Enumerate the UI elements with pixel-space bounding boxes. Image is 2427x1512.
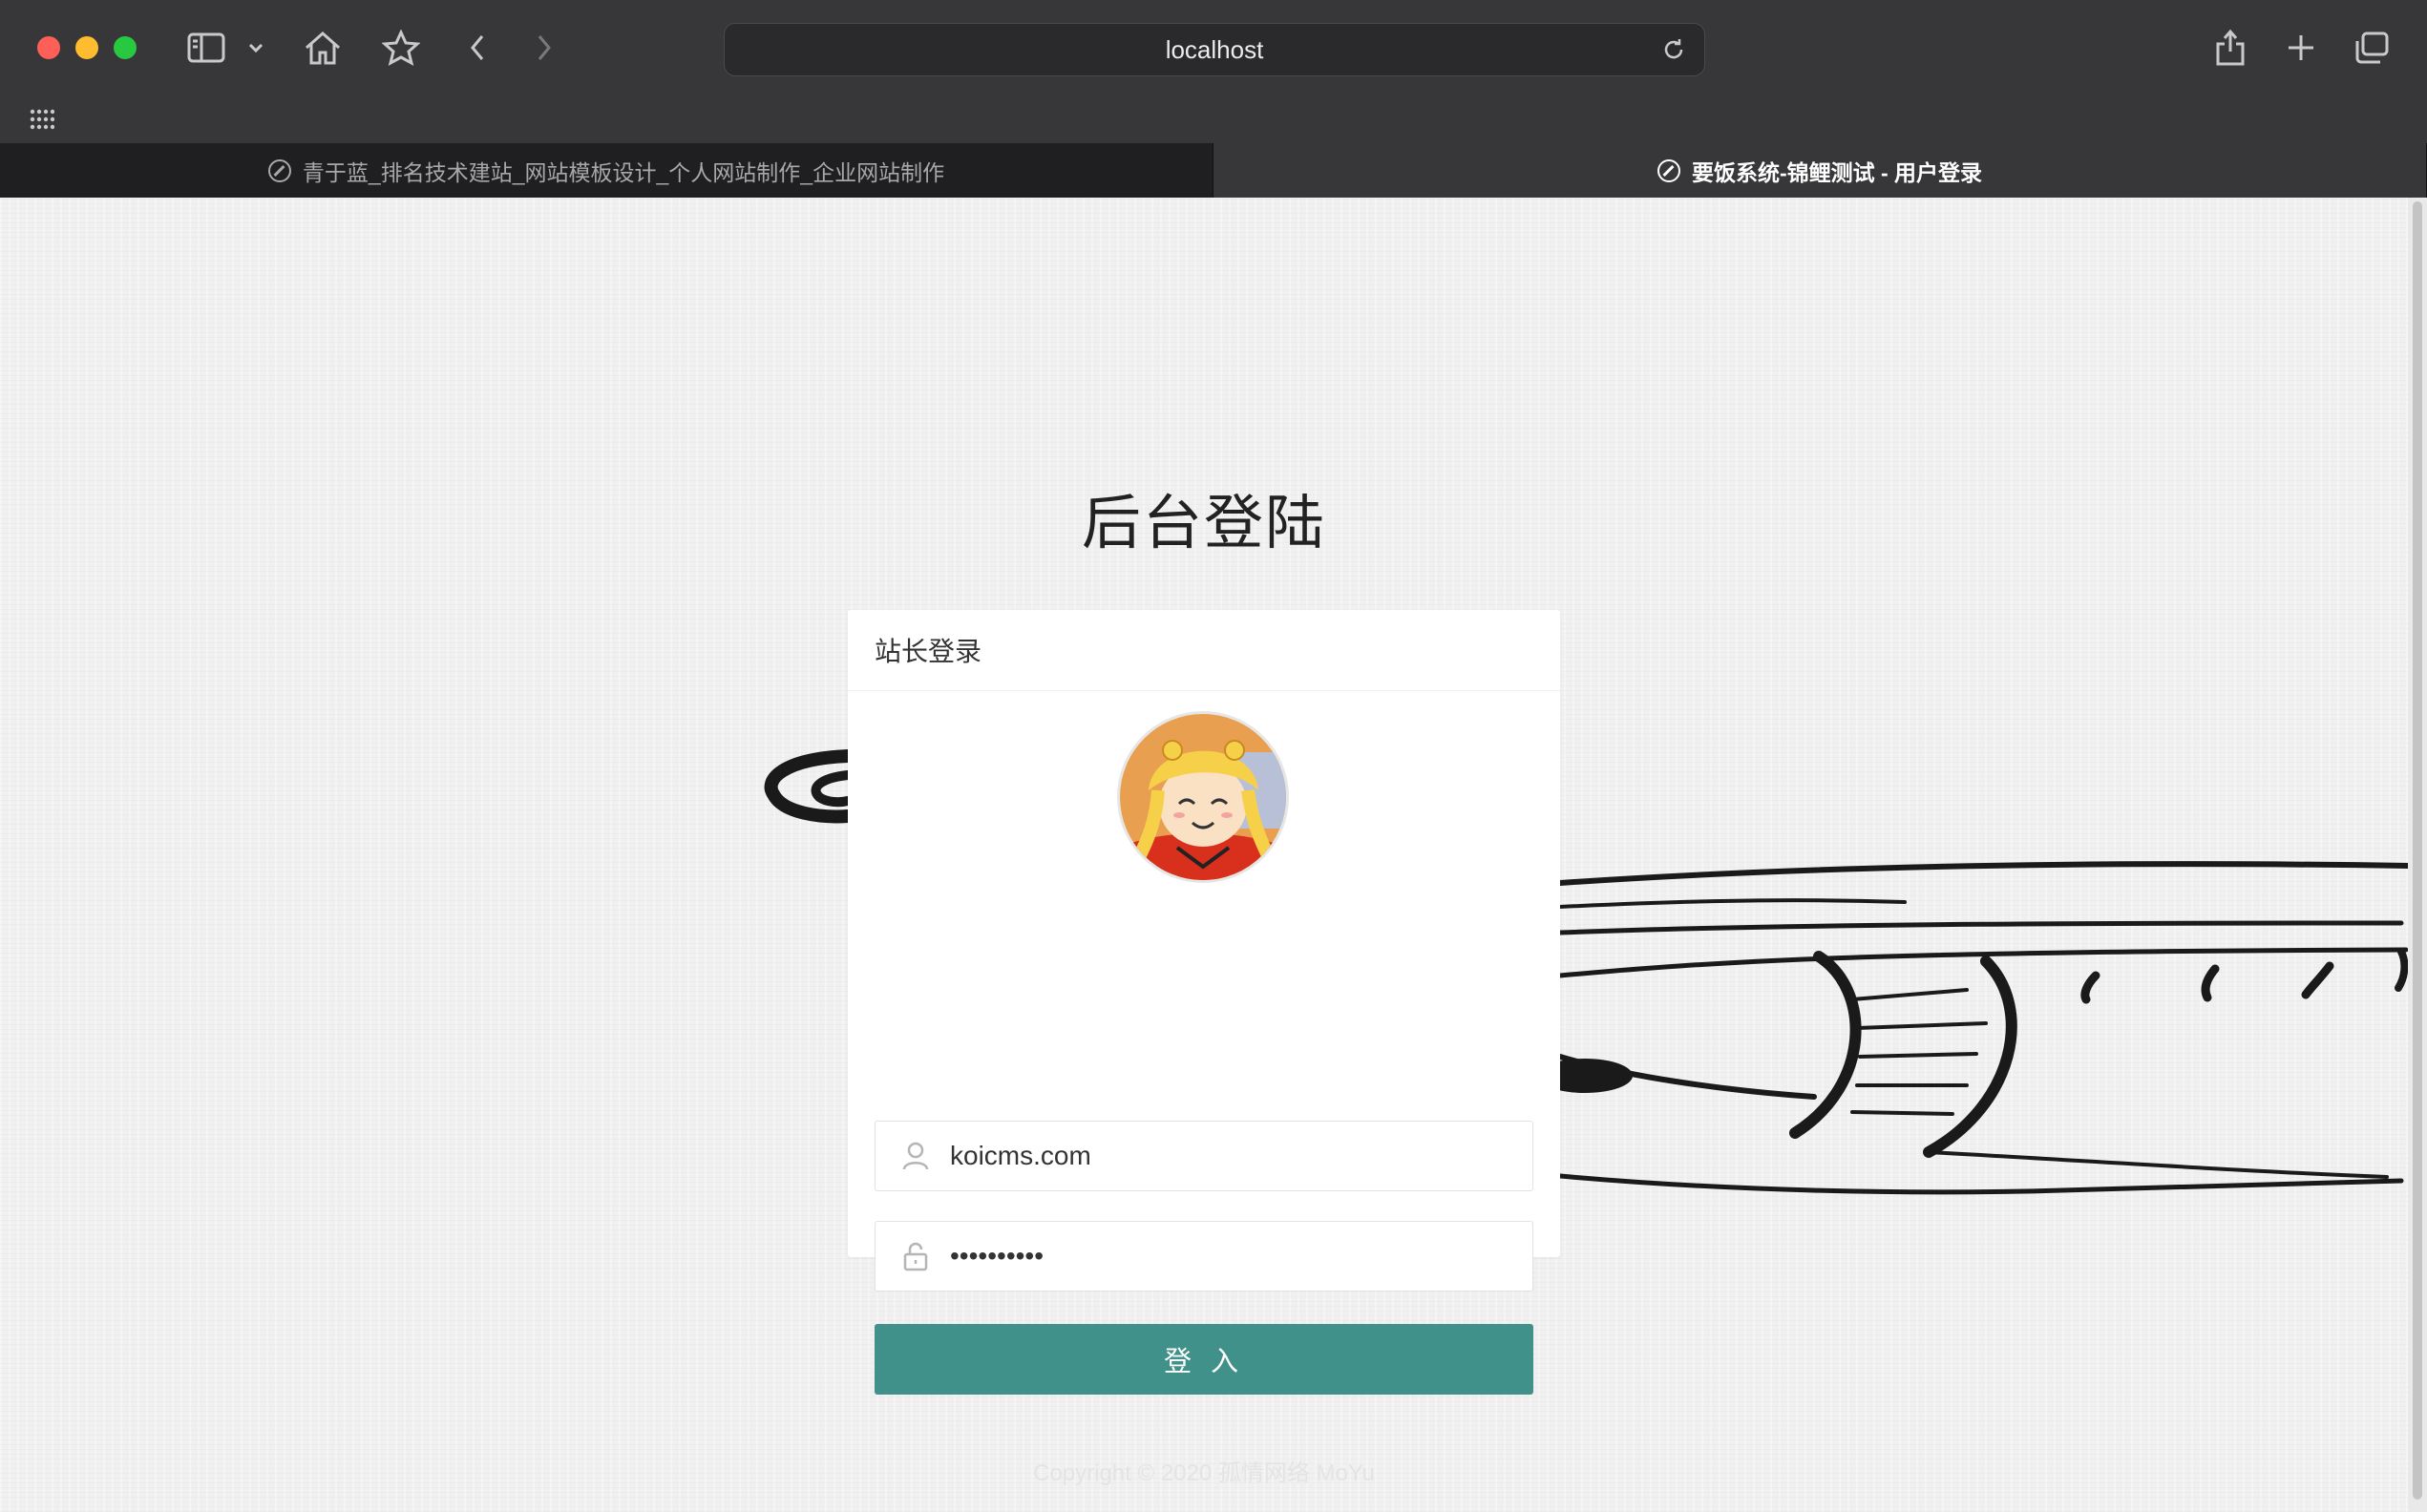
login-button[interactable]: 登 入	[875, 1324, 1533, 1395]
close-window-button[interactable]	[37, 36, 60, 59]
compass-icon	[267, 158, 291, 182]
chevron-down-icon[interactable]	[244, 25, 267, 71]
login-card: 站长登录 koicms.com •••••••••• 登 入	[848, 610, 1560, 1395]
scrollbar-thumb[interactable]	[2413, 201, 2422, 1500]
sidebar-icon[interactable]	[183, 25, 229, 71]
share-icon[interactable]	[2207, 25, 2253, 71]
copyright-text: Copyright © 2020 孤情网络 MoYu	[1033, 1460, 1375, 1486]
card-header: 站长登录	[848, 610, 1560, 691]
page-title: 后台登陆	[1081, 491, 1326, 556]
plus-icon[interactable]	[2278, 25, 2324, 71]
password-field[interactable]	[875, 1221, 1533, 1292]
tab-bar: 青于蓝_排名技术建站_网站模板设计_个人网站制作_企业网站制作 要饭系统-锦鲤测…	[0, 143, 2427, 198]
address-bar[interactable]: localhost	[724, 23, 1705, 76]
tab-title: 要饭系统-锦鲤测试 - 用户登录	[1691, 159, 1983, 185]
tab-qingyulan[interactable]: 青于蓝_排名技术建站_网站模板设计_个人网站制作_企业网站制作	[0, 143, 1214, 198]
avatar-image	[1120, 714, 1286, 880]
forward-icon[interactable]	[527, 25, 561, 71]
browser-chrome: localhost 青于蓝_排名技术建站_网站模板设计_个人网站制作_企业网站制…	[0, 0, 2427, 198]
address-text: localhost	[1165, 34, 1264, 64]
browser-toolbar: localhost	[0, 0, 2427, 95]
page-scrollbar[interactable]	[2408, 198, 2427, 1512]
tabs-overview-icon[interactable]	[2349, 25, 2395, 71]
tab-title: 青于蓝_排名技术建站_网站模板设计_个人网站制作_企业网站制作	[302, 159, 945, 185]
home-icon[interactable]	[300, 25, 346, 71]
grid-icon[interactable]	[27, 101, 57, 137]
tab-user-login[interactable]: 要饭系统-锦鲤测试 - 用户登录	[1214, 143, 2427, 198]
back-icon[interactable]	[460, 25, 495, 71]
user-icon	[897, 1137, 935, 1175]
password-input[interactable]	[948, 1240, 1515, 1272]
page-viewport: 后台登陆 站长登录 koicms.com •••••••••• 登 入 Copy…	[0, 198, 2408, 1512]
username-input[interactable]	[948, 1140, 1515, 1172]
lock-icon	[897, 1237, 935, 1275]
star-icon[interactable]	[378, 25, 424, 71]
zoom-window-button[interactable]	[114, 36, 137, 59]
bookmarks-bar	[0, 95, 2427, 143]
avatar	[1117, 711, 1289, 883]
username-field[interactable]	[875, 1121, 1533, 1191]
minimize-window-button[interactable]	[75, 36, 98, 59]
reload-icon[interactable]	[1660, 36, 1687, 70]
compass-icon	[1657, 158, 1680, 182]
